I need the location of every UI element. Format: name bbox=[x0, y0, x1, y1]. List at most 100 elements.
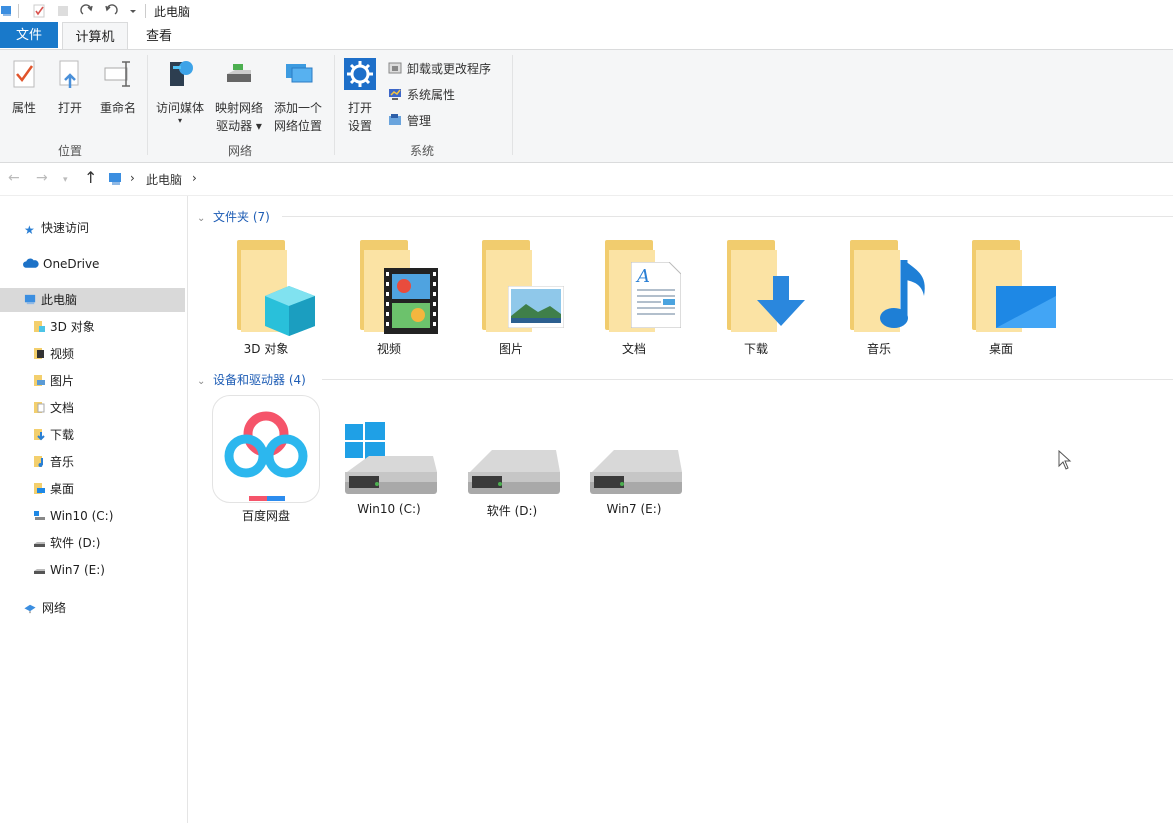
downloads-icon bbox=[34, 429, 45, 441]
sidebar-item-quick-access[interactable]: ★ 快速访问 bbox=[24, 216, 89, 240]
windows-drive-icon bbox=[34, 511, 45, 520]
system-properties-button[interactable]: 系统属性 bbox=[388, 85, 455, 105]
folder-videos[interactable]: 视频 bbox=[341, 240, 438, 357]
open-settings-button[interactable]: 打开 设置 bbox=[338, 58, 382, 135]
breadcrumb-chevron-icon[interactable]: › bbox=[192, 171, 197, 185]
title-bar: 此电脑 bbox=[0, 0, 1173, 22]
system-properties-label: 系统属性 bbox=[407, 88, 456, 102]
manage-button[interactable]: 管理 bbox=[388, 111, 431, 131]
add-location-label-line1: 添加一个 bbox=[273, 101, 322, 115]
recent-locations-chevron-icon[interactable]: ▾ bbox=[63, 175, 68, 185]
videos-icon bbox=[34, 348, 44, 359]
ribbon-separator bbox=[147, 55, 148, 155]
folder-label: 视频 bbox=[376, 342, 401, 356]
device-drive-e[interactable]: Win7 (E:) bbox=[579, 420, 689, 516]
properties-label: 属性 bbox=[11, 101, 36, 115]
sidebar-item-pictures[interactable]: 图片 bbox=[33, 369, 74, 393]
redo-icon[interactable] bbox=[80, 4, 94, 18]
properties-icon bbox=[13, 60, 35, 88]
up-arrow-icon[interactable]: ↑ bbox=[84, 168, 97, 187]
system-properties-icon bbox=[389, 89, 401, 100]
sidebar-item-downloads[interactable]: 下载 bbox=[33, 423, 74, 447]
folder-downloads[interactable]: 下载 bbox=[708, 240, 805, 357]
videos-folder-icon bbox=[346, 240, 438, 336]
device-drive-c[interactable]: Win10 (C:) bbox=[334, 420, 444, 516]
sidebar-item-drive-e[interactable]: Win7 (E:) bbox=[33, 558, 105, 582]
title-separator bbox=[145, 4, 146, 18]
sidebar-item-music[interactable]: 音乐 bbox=[33, 450, 74, 474]
new-folder-icon[interactable] bbox=[56, 4, 70, 18]
folder-label: 桌面 bbox=[988, 342, 1013, 356]
undo-icon[interactable] bbox=[104, 4, 118, 18]
back-arrow-icon[interactable]: ← bbox=[8, 170, 20, 186]
mouse-cursor-icon bbox=[1058, 450, 1072, 470]
window-title: 此电脑 bbox=[154, 5, 191, 19]
sidebar-item-documents[interactable]: 文档 bbox=[33, 396, 74, 420]
map-drive-label-line1: 映射网络 bbox=[214, 101, 263, 115]
drive-icon bbox=[34, 569, 45, 574]
drive-icon bbox=[468, 450, 560, 494]
folders-section-header[interactable]: ⌄ 文件夹 (7) bbox=[197, 208, 270, 225]
device-baidu-netdisk[interactable]: 百度网盘 bbox=[211, 395, 321, 524]
tab-computer[interactable]: 计算机 bbox=[62, 22, 128, 50]
folder-label: 音乐 bbox=[866, 342, 891, 356]
sidebar-item-drive-c[interactable]: Win10 (C:) bbox=[33, 504, 113, 528]
add-location-label-line2: 网络位置 bbox=[273, 119, 322, 133]
folder-label: 下载 bbox=[743, 342, 768, 356]
folder-documents[interactable]: A 文档 bbox=[586, 240, 682, 357]
drive-icon bbox=[590, 450, 682, 494]
pictures-icon bbox=[34, 375, 45, 386]
uninstall-icon bbox=[388, 62, 402, 74]
uninstall-program-button[interactable]: 卸载或更改程序 bbox=[388, 59, 491, 79]
sidebar-item-3d-objects[interactable]: 3D 对象 bbox=[33, 315, 95, 339]
sidebar-item-network[interactable]: 网络 bbox=[22, 596, 66, 620]
open-button[interactable]: 打开 bbox=[50, 58, 90, 117]
sidebar-item-desktop[interactable]: 桌面 bbox=[33, 477, 74, 501]
sidebar-item-drive-d[interactable]: 软件 (D:) bbox=[33, 531, 100, 555]
customize-qat-chevron-icon[interactable] bbox=[126, 4, 140, 18]
folder-music[interactable]: 音乐 bbox=[831, 240, 927, 357]
device-label: Win7 (E:) bbox=[606, 502, 662, 516]
cloud-icon bbox=[23, 258, 39, 268]
device-drive-d[interactable]: 软件 (D:) bbox=[457, 420, 567, 519]
ribbon-separator bbox=[512, 55, 513, 155]
ribbon-separator bbox=[334, 55, 335, 155]
folder-pictures[interactable]: 图片 bbox=[463, 240, 564, 357]
properties-check-icon[interactable] bbox=[32, 4, 46, 18]
map-network-drive-button[interactable]: 映射网络 驱动器 ▾ bbox=[210, 58, 268, 135]
desktop-folder-icon bbox=[958, 240, 1056, 336]
tab-file[interactable]: 文件 bbox=[0, 22, 58, 48]
qat-separator bbox=[18, 4, 19, 18]
drive-icon bbox=[34, 542, 45, 547]
downloads-folder-icon bbox=[713, 240, 805, 336]
svg-text:A: A bbox=[635, 266, 650, 287]
star-icon: ★ bbox=[24, 223, 35, 237]
explorer-app-icon[interactable] bbox=[0, 4, 14, 18]
3d-objects-folder-icon bbox=[223, 240, 315, 336]
network-location-icon bbox=[286, 64, 313, 83]
baidu-netdisk-icon bbox=[212, 395, 320, 503]
sidebar-item-this-pc[interactable]: 此电脑 bbox=[0, 288, 185, 312]
access-media-button[interactable]: 访问媒体 ▾ bbox=[151, 58, 209, 125]
media-icon bbox=[170, 61, 193, 86]
collapse-chevron-icon: ⌄ bbox=[197, 376, 206, 387]
rename-icon bbox=[104, 61, 130, 87]
pictures-folder-icon bbox=[468, 240, 564, 336]
open-settings-label-line2: 设置 bbox=[347, 119, 372, 133]
forward-arrow-icon[interactable]: → bbox=[36, 170, 48, 186]
tab-view[interactable]: 查看 bbox=[136, 22, 182, 49]
add-network-location-button[interactable]: 添加一个 网络位置 bbox=[268, 58, 328, 135]
uninstall-label: 卸载或更改程序 bbox=[407, 62, 492, 76]
folder-desktop[interactable]: 桌面 bbox=[953, 240, 1056, 357]
breadcrumb-separator-icon[interactable]: › bbox=[130, 171, 135, 185]
rename-button[interactable]: 重命名 bbox=[94, 58, 142, 117]
system-group-label: 系统 bbox=[409, 144, 434, 158]
properties-button[interactable]: 属性 bbox=[4, 58, 44, 117]
sidebar-item-videos[interactable]: 视频 bbox=[33, 342, 74, 366]
devices-section-header[interactable]: ⌄ 设备和驱动器 (4) bbox=[197, 371, 306, 388]
settings-gear-icon bbox=[344, 58, 376, 90]
sidebar-item-onedrive[interactable]: OneDrive bbox=[22, 252, 99, 276]
windows-system-drive-icon bbox=[345, 422, 437, 494]
folder-3d-objects[interactable]: 3D 对象 bbox=[218, 240, 315, 357]
breadcrumb-this-pc[interactable]: 此电脑 bbox=[146, 171, 182, 188]
